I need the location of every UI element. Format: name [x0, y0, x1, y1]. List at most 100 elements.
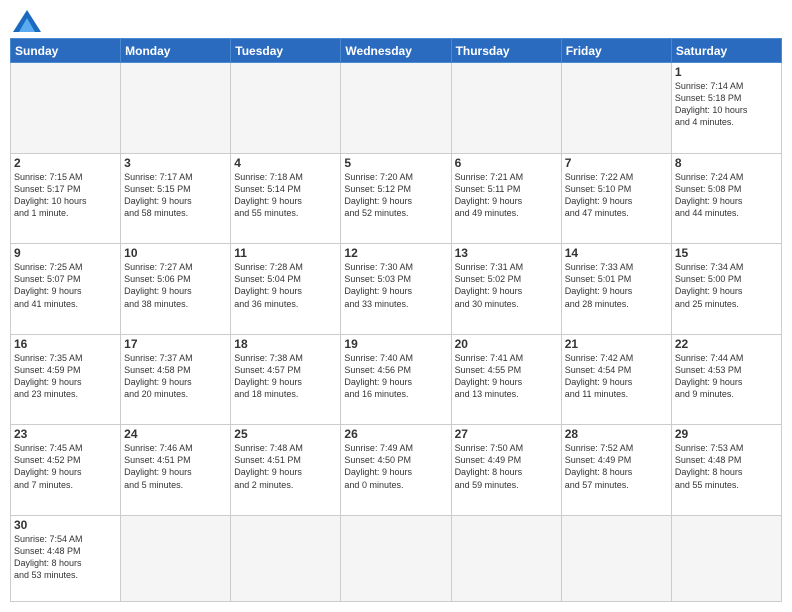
day-info: Sunrise: 7:44 AM Sunset: 4:53 PM Dayligh…: [675, 352, 778, 401]
day-number: 4: [234, 156, 337, 170]
calendar-cell: [451, 63, 561, 154]
header-day-monday: Monday: [121, 39, 231, 63]
calendar-cell: 18Sunrise: 7:38 AM Sunset: 4:57 PM Dayli…: [231, 334, 341, 425]
day-info: Sunrise: 7:15 AM Sunset: 5:17 PM Dayligh…: [14, 171, 117, 220]
calendar-cell: 2Sunrise: 7:15 AM Sunset: 5:17 PM Daylig…: [11, 153, 121, 244]
calendar-week-row: 23Sunrise: 7:45 AM Sunset: 4:52 PM Dayli…: [11, 425, 782, 516]
day-number: 9: [14, 246, 117, 260]
day-info: Sunrise: 7:37 AM Sunset: 4:58 PM Dayligh…: [124, 352, 227, 401]
day-number: 8: [675, 156, 778, 170]
calendar-cell: 24Sunrise: 7:46 AM Sunset: 4:51 PM Dayli…: [121, 425, 231, 516]
day-number: 14: [565, 246, 668, 260]
header-day-sunday: Sunday: [11, 39, 121, 63]
day-number: 18: [234, 337, 337, 351]
day-info: Sunrise: 7:49 AM Sunset: 4:50 PM Dayligh…: [344, 442, 447, 491]
calendar-cell: 23Sunrise: 7:45 AM Sunset: 4:52 PM Dayli…: [11, 425, 121, 516]
day-info: Sunrise: 7:48 AM Sunset: 4:51 PM Dayligh…: [234, 442, 337, 491]
calendar-cell: 22Sunrise: 7:44 AM Sunset: 4:53 PM Dayli…: [671, 334, 781, 425]
day-number: 20: [455, 337, 558, 351]
calendar-cell: 10Sunrise: 7:27 AM Sunset: 5:06 PM Dayli…: [121, 244, 231, 335]
logo: [10, 10, 41, 32]
day-info: Sunrise: 7:41 AM Sunset: 4:55 PM Dayligh…: [455, 352, 558, 401]
header-day-saturday: Saturday: [671, 39, 781, 63]
day-number: 26: [344, 427, 447, 441]
calendar-cell: 20Sunrise: 7:41 AM Sunset: 4:55 PM Dayli…: [451, 334, 561, 425]
calendar-cell: 26Sunrise: 7:49 AM Sunset: 4:50 PM Dayli…: [341, 425, 451, 516]
calendar-week-row: 2Sunrise: 7:15 AM Sunset: 5:17 PM Daylig…: [11, 153, 782, 244]
day-number: 15: [675, 246, 778, 260]
calendar-cell: 16Sunrise: 7:35 AM Sunset: 4:59 PM Dayli…: [11, 334, 121, 425]
day-info: Sunrise: 7:17 AM Sunset: 5:15 PM Dayligh…: [124, 171, 227, 220]
day-number: 22: [675, 337, 778, 351]
calendar-cell: 6Sunrise: 7:21 AM Sunset: 5:11 PM Daylig…: [451, 153, 561, 244]
calendar-cell: 17Sunrise: 7:37 AM Sunset: 4:58 PM Dayli…: [121, 334, 231, 425]
day-number: 3: [124, 156, 227, 170]
day-info: Sunrise: 7:33 AM Sunset: 5:01 PM Dayligh…: [565, 261, 668, 310]
day-number: 29: [675, 427, 778, 441]
day-info: Sunrise: 7:40 AM Sunset: 4:56 PM Dayligh…: [344, 352, 447, 401]
day-number: 12: [344, 246, 447, 260]
calendar-week-row: 16Sunrise: 7:35 AM Sunset: 4:59 PM Dayli…: [11, 334, 782, 425]
day-info: Sunrise: 7:14 AM Sunset: 5:18 PM Dayligh…: [675, 80, 778, 129]
calendar-cell: [341, 515, 451, 601]
day-info: Sunrise: 7:54 AM Sunset: 4:48 PM Dayligh…: [14, 533, 117, 582]
calendar-cell: 21Sunrise: 7:42 AM Sunset: 4:54 PM Dayli…: [561, 334, 671, 425]
day-number: 1: [675, 65, 778, 79]
calendar-week-row: 30Sunrise: 7:54 AM Sunset: 4:48 PM Dayli…: [11, 515, 782, 601]
calendar-cell: [11, 63, 121, 154]
calendar-cell: [121, 515, 231, 601]
calendar-cell: 8Sunrise: 7:24 AM Sunset: 5:08 PM Daylig…: [671, 153, 781, 244]
calendar-cell: 29Sunrise: 7:53 AM Sunset: 4:48 PM Dayli…: [671, 425, 781, 516]
day-number: 27: [455, 427, 558, 441]
calendar-cell: [561, 515, 671, 601]
calendar-cell: 5Sunrise: 7:20 AM Sunset: 5:12 PM Daylig…: [341, 153, 451, 244]
calendar-cell: [121, 63, 231, 154]
day-info: Sunrise: 7:38 AM Sunset: 4:57 PM Dayligh…: [234, 352, 337, 401]
day-info: Sunrise: 7:53 AM Sunset: 4:48 PM Dayligh…: [675, 442, 778, 491]
calendar-cell: 13Sunrise: 7:31 AM Sunset: 5:02 PM Dayli…: [451, 244, 561, 335]
calendar-cell: 3Sunrise: 7:17 AM Sunset: 5:15 PM Daylig…: [121, 153, 231, 244]
day-info: Sunrise: 7:52 AM Sunset: 4:49 PM Dayligh…: [565, 442, 668, 491]
day-number: 24: [124, 427, 227, 441]
day-number: 10: [124, 246, 227, 260]
header: [10, 10, 782, 32]
day-number: 28: [565, 427, 668, 441]
header-day-wednesday: Wednesday: [341, 39, 451, 63]
day-info: Sunrise: 7:25 AM Sunset: 5:07 PM Dayligh…: [14, 261, 117, 310]
day-info: Sunrise: 7:22 AM Sunset: 5:10 PM Dayligh…: [565, 171, 668, 220]
day-info: Sunrise: 7:24 AM Sunset: 5:08 PM Dayligh…: [675, 171, 778, 220]
calendar-week-row: 9Sunrise: 7:25 AM Sunset: 5:07 PM Daylig…: [11, 244, 782, 335]
header-day-tuesday: Tuesday: [231, 39, 341, 63]
calendar-cell: 15Sunrise: 7:34 AM Sunset: 5:00 PM Dayli…: [671, 244, 781, 335]
calendar-cell: 12Sunrise: 7:30 AM Sunset: 5:03 PM Dayli…: [341, 244, 451, 335]
page: SundayMondayTuesdayWednesdayThursdayFrid…: [0, 0, 792, 612]
day-number: 25: [234, 427, 337, 441]
calendar-cell: 7Sunrise: 7:22 AM Sunset: 5:10 PM Daylig…: [561, 153, 671, 244]
calendar-cell: [341, 63, 451, 154]
calendar-table: SundayMondayTuesdayWednesdayThursdayFrid…: [10, 38, 782, 602]
day-info: Sunrise: 7:46 AM Sunset: 4:51 PM Dayligh…: [124, 442, 227, 491]
day-info: Sunrise: 7:18 AM Sunset: 5:14 PM Dayligh…: [234, 171, 337, 220]
calendar-cell: 28Sunrise: 7:52 AM Sunset: 4:49 PM Dayli…: [561, 425, 671, 516]
day-info: Sunrise: 7:34 AM Sunset: 5:00 PM Dayligh…: [675, 261, 778, 310]
day-number: 21: [565, 337, 668, 351]
day-info: Sunrise: 7:20 AM Sunset: 5:12 PM Dayligh…: [344, 171, 447, 220]
day-number: 19: [344, 337, 447, 351]
calendar-cell: [231, 63, 341, 154]
calendar-cell: 9Sunrise: 7:25 AM Sunset: 5:07 PM Daylig…: [11, 244, 121, 335]
calendar-cell: 27Sunrise: 7:50 AM Sunset: 4:49 PM Dayli…: [451, 425, 561, 516]
day-info: Sunrise: 7:35 AM Sunset: 4:59 PM Dayligh…: [14, 352, 117, 401]
day-info: Sunrise: 7:31 AM Sunset: 5:02 PM Dayligh…: [455, 261, 558, 310]
calendar-cell: 4Sunrise: 7:18 AM Sunset: 5:14 PM Daylig…: [231, 153, 341, 244]
day-number: 5: [344, 156, 447, 170]
day-number: 13: [455, 246, 558, 260]
day-info: Sunrise: 7:27 AM Sunset: 5:06 PM Dayligh…: [124, 261, 227, 310]
logo-icon: [13, 10, 41, 32]
calendar-cell: 19Sunrise: 7:40 AM Sunset: 4:56 PM Dayli…: [341, 334, 451, 425]
day-number: 23: [14, 427, 117, 441]
calendar-week-row: 1Sunrise: 7:14 AM Sunset: 5:18 PM Daylig…: [11, 63, 782, 154]
calendar-cell: [231, 515, 341, 601]
day-number: 30: [14, 518, 117, 532]
day-info: Sunrise: 7:45 AM Sunset: 4:52 PM Dayligh…: [14, 442, 117, 491]
day-number: 17: [124, 337, 227, 351]
